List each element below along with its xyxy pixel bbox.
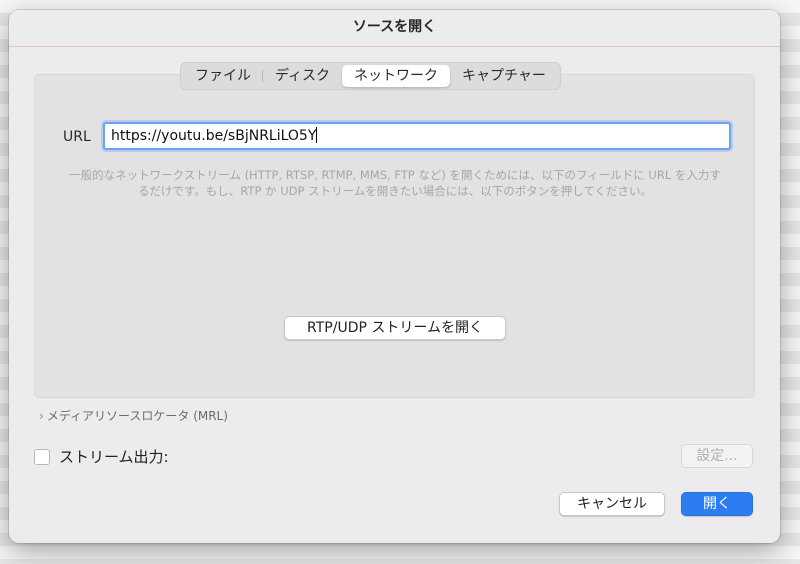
tab-disc[interactable]: ディスク [263, 65, 342, 87]
url-label: URL [63, 129, 91, 145]
stream-output-checkbox[interactable] [34, 448, 50, 465]
stream-output-label: ストリーム出力: [59, 448, 169, 466]
open-rtp-udp-stream-button[interactable]: RTP/UDP ストリームを開く [284, 316, 506, 340]
open-source-dialog: ソースを開く ファイル ディスク ネットワーク キャプチャー URL https… [9, 10, 780, 543]
help-text: 一般的なネットワークストリーム (HTTP, RTSP, RTMP, MMS, … [69, 168, 721, 198]
chevron-right-icon: › [39, 409, 44, 423]
cancel-button[interactable]: キャンセル [559, 492, 665, 516]
stream-output-row: ストリーム出力: [34, 446, 169, 467]
tab-capture[interactable]: キャプチャー [450, 65, 558, 87]
mrl-label: メディアリソースロケータ (MRL) [46, 409, 228, 423]
open-button[interactable]: 開く [681, 492, 753, 516]
tab-file[interactable]: ファイル [183, 65, 263, 87]
dialog-title: ソースを開く [9, 10, 780, 47]
mrl-disclosure[interactable]: › メディアリソースロケータ (MRL) [39, 407, 228, 424]
tab-network[interactable]: ネットワーク [342, 65, 451, 87]
tab-bar: ファイル ディスク ネットワーク キャプチャー [180, 62, 561, 90]
settings-button[interactable]: 設定... [681, 444, 753, 468]
url-input-value: https://youtu.be/sBjNRLiLO5Y [111, 128, 317, 144]
url-input[interactable]: https://youtu.be/sBjNRLiLO5Y [103, 122, 731, 150]
text-caret [316, 127, 318, 143]
